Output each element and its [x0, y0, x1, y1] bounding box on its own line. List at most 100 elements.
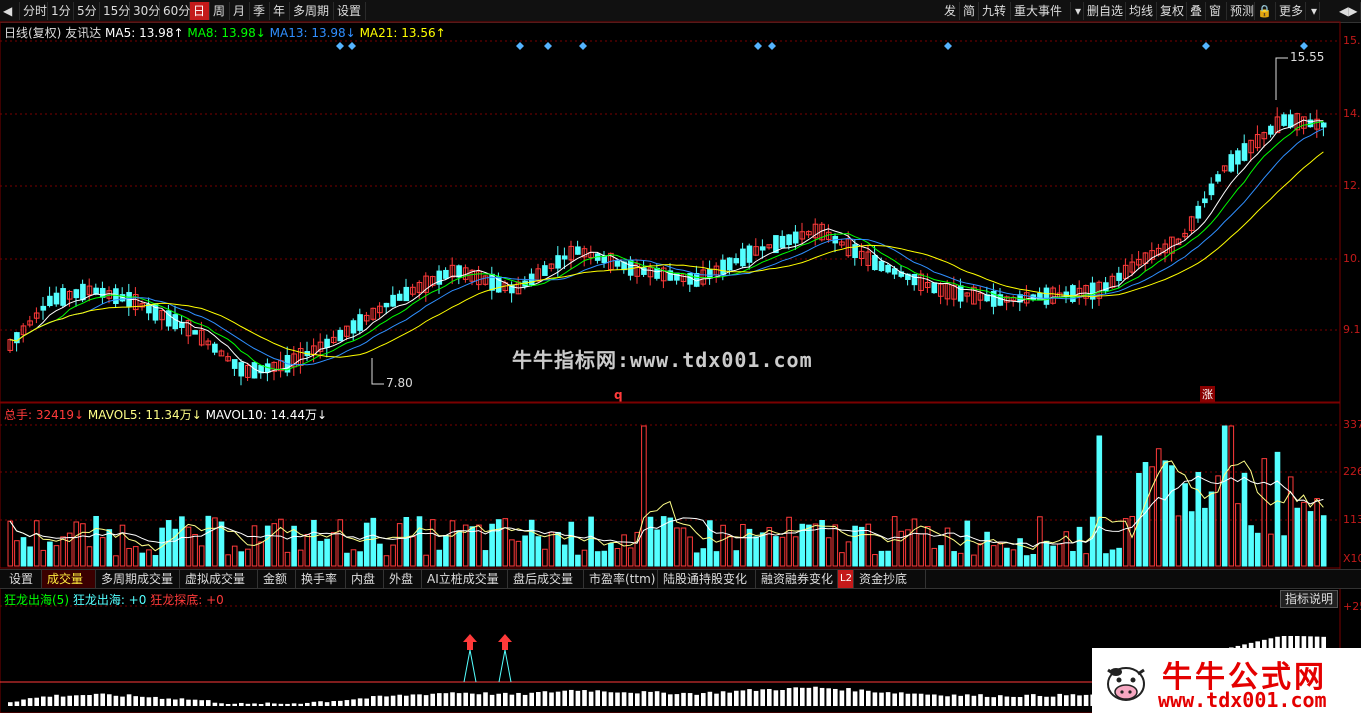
candle-down: [1202, 198, 1208, 204]
tab-ai-volume[interactable]: AI立桩成交量: [422, 570, 508, 588]
volume-bar-down: [152, 555, 159, 567]
volume-bar-down: [984, 531, 990, 567]
volume-bar-down: [165, 520, 172, 567]
indicator-bar: [1083, 694, 1089, 706]
volume-bar-up: [330, 532, 337, 567]
tab-virtual-volume[interactable]: 虚拟成交量: [180, 570, 258, 588]
indicator-bar: [661, 692, 666, 706]
indicator-bar: [27, 698, 33, 706]
candle-down: [390, 294, 396, 307]
indicator-bar: [1024, 694, 1029, 706]
signal-spike-1: [498, 649, 512, 683]
volume-bar-up: [845, 541, 852, 567]
indicator-bar: [404, 695, 409, 706]
indicator-bar: [173, 699, 178, 706]
volume-bar-up: [548, 531, 555, 567]
candle-down: [614, 260, 621, 267]
tab-fund-bottom[interactable]: 资金抄底: [854, 570, 926, 588]
tab-after-hours-volume[interactable]: 盘后成交量: [508, 570, 584, 588]
indicator-bar: [674, 694, 680, 706]
indicator-bar: [443, 693, 449, 706]
volume-bar-up: [971, 554, 977, 567]
tab-amount[interactable]: 金额: [258, 570, 296, 588]
indicator-bar: [225, 704, 231, 706]
tab-turnover[interactable]: 换手率: [296, 570, 346, 588]
chart-title: 日线(复权): [4, 26, 62, 40]
indicator-bar: [833, 688, 838, 706]
volume-bar-up: [271, 523, 278, 567]
tab-hk-connect[interactable]: 陆股通持股变化: [658, 570, 756, 588]
volume-bar-down: [535, 536, 542, 567]
candle-down: [561, 255, 568, 260]
volume-bar-down: [878, 550, 885, 567]
signal-diamond-3: [544, 42, 552, 50]
volume-bar-down: [852, 525, 858, 567]
ma21-value: MA21: 13.56↑: [359, 26, 446, 40]
tab-margin[interactable]: 融资融券变化: [756, 570, 838, 588]
tab-multi-period-volume[interactable]: 多周期成交量: [96, 570, 180, 588]
indicator-bar: [192, 699, 198, 706]
ma21-line: [9, 151, 1324, 358]
volume-bar-up: [674, 527, 680, 567]
total-volume: 总手: 32419↓: [4, 408, 85, 422]
volume-bar-up: [726, 535, 733, 567]
volume-bar-up: [192, 534, 198, 567]
candle-down: [1195, 205, 1202, 219]
marker-q: q: [614, 388, 623, 402]
candle-down: [383, 302, 390, 308]
volume-bar-down: [238, 551, 245, 567]
candle-down: [231, 359, 238, 369]
l2-badge: L2: [838, 570, 854, 588]
indicator-bar: [463, 692, 468, 706]
ma8-line: [9, 121, 1324, 371]
volume-bar-up: [60, 536, 66, 567]
indicator-help-button[interactable]: 指标说明: [1280, 590, 1339, 608]
volume-bar-down: [575, 554, 581, 567]
candle-down: [1268, 125, 1274, 135]
indicator-bar: [852, 691, 858, 706]
indicator-bar: [331, 701, 336, 706]
indicator-bar: [305, 702, 310, 706]
indicator-bar: [846, 688, 851, 706]
tab-inner[interactable]: 内盘: [346, 570, 384, 588]
red-up-arrow-icon-0: [463, 634, 477, 650]
volume-bar-down: [377, 543, 383, 567]
candle-down: [60, 288, 66, 306]
volume-bar-down: [806, 524, 812, 567]
indicator-bar: [179, 698, 185, 706]
indicator-bar: [562, 690, 567, 706]
indicator-bar: [54, 694, 59, 706]
tab-outer[interactable]: 外盘: [384, 570, 422, 588]
indicator-bar: [166, 698, 171, 706]
volume-bar-up: [740, 523, 746, 567]
candle-down: [911, 274, 918, 286]
red-up-arrow-icon-1: [498, 634, 512, 650]
indicator-bar: [786, 688, 792, 706]
volume-bar-down: [363, 522, 370, 567]
price-label-3: 12.: [1343, 179, 1361, 192]
indicator-bar: [714, 693, 719, 706]
tab-volume[interactable]: 成交量: [42, 570, 96, 588]
indicator-bar: [8, 702, 13, 706]
logo-url: www.tdx001.com: [1158, 688, 1327, 712]
indicator-bar: [899, 692, 904, 706]
indicator-bar: [648, 691, 653, 706]
indicator-bar: [602, 691, 607, 706]
volume-bar-up: [825, 537, 832, 567]
candle-down: [1208, 183, 1215, 196]
volume-bar-down: [1030, 553, 1037, 567]
volume-bar-down: [594, 551, 601, 567]
volume-bar-up: [997, 542, 1004, 567]
tab-pe-ttm[interactable]: 市盈率(ttm): [584, 570, 658, 588]
indicator-bar: [100, 693, 105, 706]
indicator-bar: [245, 703, 251, 706]
price-label-4: 10.: [1343, 252, 1361, 265]
indicator-bar: [747, 689, 752, 706]
indicator-bar: [971, 695, 977, 706]
indicator-bar: [542, 691, 548, 706]
signal-diamond-1: [348, 42, 356, 50]
volume-bar-up: [225, 554, 231, 567]
low-marker-line: [371, 358, 384, 385]
indicator-bar: [773, 690, 779, 706]
tab-settings[interactable]: 设置: [4, 570, 42, 588]
